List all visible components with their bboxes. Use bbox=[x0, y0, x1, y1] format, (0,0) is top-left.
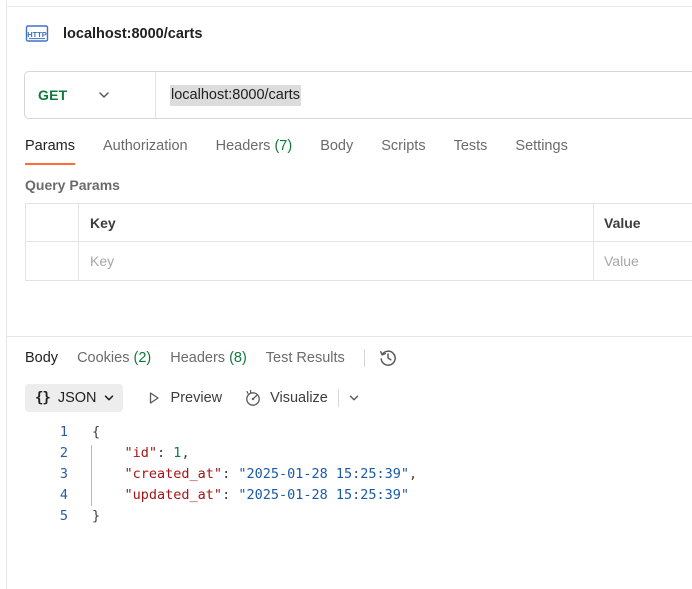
visualize-label: Visualize bbox=[270, 390, 328, 406]
chevron-down-icon bbox=[103, 392, 115, 404]
json-comma: , bbox=[181, 445, 190, 461]
tab-label: Headers bbox=[170, 350, 226, 366]
tab-response-headers[interactable]: Headers (8) bbox=[170, 348, 247, 368]
column-header-value: Value bbox=[604, 215, 641, 231]
response-toolbar: {} JSON Preview Visualize bbox=[25, 384, 360, 412]
format-label: JSON bbox=[57, 390, 97, 406]
tab-headers[interactable]: Headers (7) bbox=[216, 137, 293, 165]
tab-label: Cookies bbox=[77, 350, 130, 366]
json-key: "id" bbox=[124, 445, 158, 461]
method-select[interactable]: GET bbox=[25, 72, 156, 118]
tab-label: Body bbox=[320, 138, 354, 154]
tab-label: Authorization bbox=[102, 138, 188, 154]
response-body-editor[interactable]: 1{ 2 "id": 1, 3 "created_at": "2025-01-2… bbox=[40, 422, 417, 527]
line-number: 5 bbox=[59, 508, 68, 524]
line-number: 1 bbox=[59, 424, 68, 440]
tab-count: (7) bbox=[274, 138, 293, 154]
code-line: 3 "created_at": "2025-01-28 15:25:39", bbox=[40, 464, 417, 485]
param-value-input[interactable]: Value bbox=[604, 242, 639, 280]
line-number: 2 bbox=[59, 445, 68, 461]
json-key: "created_at" bbox=[124, 466, 223, 482]
method-label: GET bbox=[38, 87, 68, 103]
separator bbox=[363, 349, 365, 367]
braces-icon: {} bbox=[35, 390, 51, 406]
tab-label: Scripts bbox=[381, 138, 426, 154]
query-params-table: Key Value Key Value bbox=[25, 203, 692, 281]
param-key-input[interactable]: Key bbox=[90, 242, 114, 280]
column-divider bbox=[593, 204, 594, 280]
http-icon: HTTP bbox=[25, 22, 49, 46]
tab-label: Headers bbox=[215, 138, 271, 154]
code-line: 4 "updated_at": "2025-01-28 15:25:39" bbox=[40, 485, 417, 506]
svg-text:HTTP: HTTP bbox=[27, 30, 47, 39]
code-line: 2 "id": 1, bbox=[40, 443, 417, 464]
tab-label: Body bbox=[25, 350, 59, 366]
code-line: 1{ bbox=[40, 422, 417, 443]
tab-scripts[interactable]: Scripts bbox=[381, 137, 425, 165]
separator bbox=[337, 389, 339, 407]
visualize-button[interactable]: Visualize bbox=[244, 389, 328, 407]
json-value: "2025-01-28 15:25:39" bbox=[238, 487, 410, 503]
tab-authorization[interactable]: Authorization bbox=[103, 137, 188, 165]
tab-settings[interactable]: Settings bbox=[515, 137, 567, 165]
json-brace: { bbox=[92, 424, 101, 440]
panel-border-top bbox=[6, 6, 692, 7]
response-tabs: Body Cookies (2) Headers (8) Test Result… bbox=[25, 346, 398, 370]
pane-divider[interactable] bbox=[6, 336, 692, 337]
panel-border-left bbox=[6, 0, 7, 589]
json-key: "updated_at" bbox=[124, 487, 223, 503]
chevron-down-icon[interactable] bbox=[348, 392, 360, 404]
format-select[interactable]: {} JSON bbox=[25, 384, 123, 412]
tab-cookies[interactable]: Cookies (2) bbox=[77, 348, 151, 368]
visualize-icon bbox=[244, 389, 262, 407]
tab-tests[interactable]: Tests bbox=[454, 137, 488, 165]
tab-params[interactable]: Params bbox=[25, 137, 75, 165]
column-header-key: Key bbox=[90, 215, 116, 231]
query-params-label: Query Params bbox=[25, 177, 120, 193]
tab-label: Settings bbox=[515, 138, 568, 154]
tab-label: Tests bbox=[453, 138, 488, 154]
history-icon[interactable] bbox=[378, 348, 398, 368]
tab-test-results[interactable]: Test Results bbox=[266, 348, 345, 368]
json-brace: } bbox=[92, 508, 101, 524]
tab-body[interactable]: Body bbox=[320, 137, 353, 165]
line-number: 3 bbox=[59, 466, 68, 482]
request-tabs: Params Authorization Headers (7) Body Sc… bbox=[25, 137, 596, 167]
play-icon bbox=[145, 389, 163, 407]
json-comma: , bbox=[409, 466, 418, 482]
tab-label: Test Results bbox=[265, 350, 345, 366]
url-input[interactable]: localhost:8000/carts bbox=[170, 84, 301, 106]
request-title[interactable]: localhost:8000/carts bbox=[63, 26, 202, 42]
preview-label: Preview bbox=[170, 390, 223, 406]
tab-label: Params bbox=[25, 138, 75, 154]
request-header: HTTP localhost:8000/carts bbox=[25, 22, 202, 46]
preview-button[interactable]: Preview bbox=[145, 389, 223, 407]
url-bar: GET localhost:8000/carts bbox=[24, 71, 692, 119]
tab-count: (2) bbox=[133, 350, 152, 366]
code-line: 5} bbox=[40, 506, 417, 527]
line-number: 4 bbox=[59, 487, 68, 503]
tab-response-body[interactable]: Body bbox=[25, 348, 58, 368]
column-divider bbox=[78, 204, 79, 280]
tab-count: (8) bbox=[229, 350, 247, 366]
chevron-down-icon bbox=[97, 88, 111, 102]
json-value: "2025-01-28 15:25:39" bbox=[238, 466, 410, 482]
